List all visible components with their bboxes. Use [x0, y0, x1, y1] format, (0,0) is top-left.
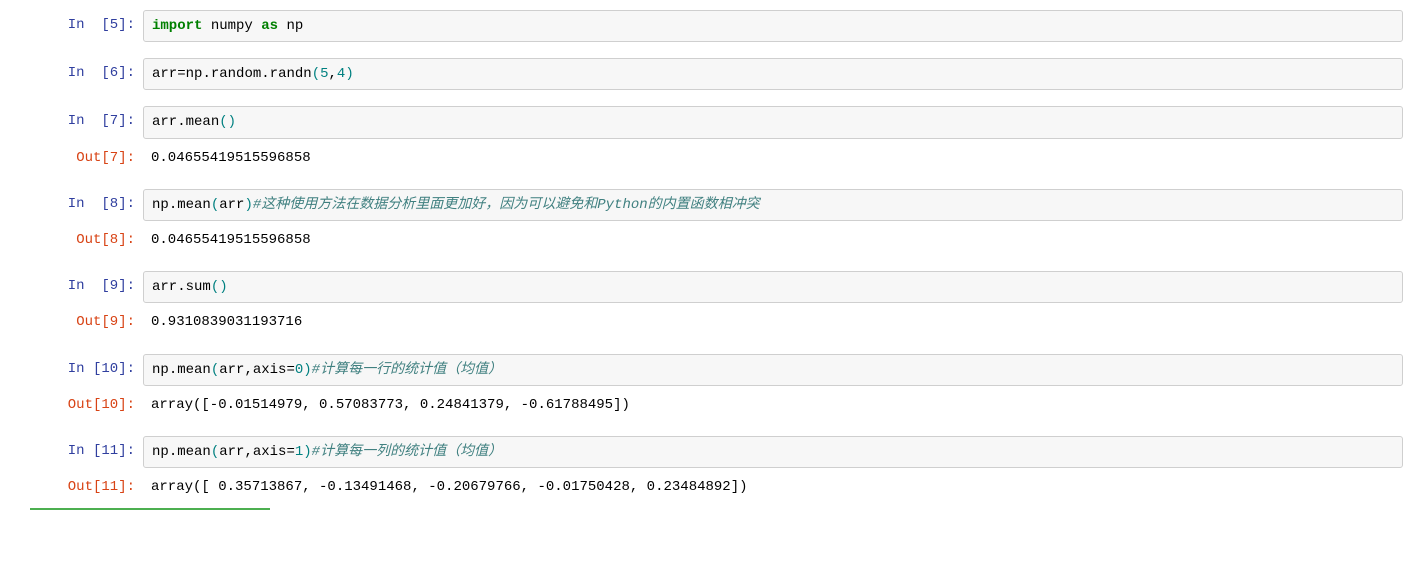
code-text: arr: [152, 279, 177, 295]
cell-in-7: In [7]: arr.mean(): [20, 106, 1403, 138]
code-text: arr: [152, 114, 177, 130]
code-text: .: [177, 279, 185, 295]
code-text: mean: [186, 114, 220, 130]
code-text: arr,axis: [219, 444, 286, 460]
output-9: 0.9310839031193716: [143, 307, 1403, 337]
prompt-in-8: In [8]:: [20, 189, 143, 221]
code-text: arr: [219, 197, 244, 213]
code-text: mean: [177, 362, 211, 378]
prompt-out-7: Out[7]:: [20, 143, 143, 173]
kw-as: as: [261, 18, 278, 34]
output-10: array([-0.01514979, 0.57083773, 0.248413…: [143, 390, 1403, 420]
code-text: 5: [320, 66, 328, 82]
code-text: ): [219, 279, 227, 295]
prompt-out-8: Out[8]:: [20, 225, 143, 255]
code-input-11[interactable]: np.mean(arr,axis=1)#计算每一列的统计值（均值）: [143, 436, 1403, 468]
code-text: np: [186, 66, 203, 82]
output-7: 0.04655419515596858: [143, 143, 1403, 173]
code-text: .: [177, 114, 185, 130]
code-text: ): [303, 444, 311, 460]
cell-out-7: Out[7]: 0.04655419515596858: [20, 143, 1403, 173]
code-text: =: [286, 362, 294, 378]
code-input-9[interactable]: arr.sum(): [143, 271, 1403, 303]
prompt-in-10: In [10]:: [20, 354, 143, 386]
code-text: ,: [329, 66, 337, 82]
code-text: numpy: [202, 18, 261, 34]
code-text: .: [169, 444, 177, 460]
code-text: arr,axis: [219, 362, 286, 378]
prompt-out-11: Out[11]:: [20, 472, 143, 502]
code-text: np: [152, 362, 169, 378]
code-comment: #这种使用方法在数据分析里面更加好，因为可以避免和Python的内置函数相冲突: [253, 197, 760, 213]
output-8: 0.04655419515596858: [143, 225, 1403, 255]
code-input-7[interactable]: arr.mean(): [143, 106, 1403, 138]
code-text: .: [169, 197, 177, 213]
code-text: .: [169, 362, 177, 378]
code-input-6[interactable]: arr=np.random.randn(5,4): [143, 58, 1403, 90]
code-input-10[interactable]: np.mean(arr,axis=0)#计算每一行的统计值（均值）: [143, 354, 1403, 386]
prompt-out-10: Out[10]:: [20, 390, 143, 420]
cell-out-8: Out[8]: 0.04655419515596858: [20, 225, 1403, 255]
code-input-8[interactable]: np.mean(arr)#这种使用方法在数据分析里面更加好，因为可以避免和Pyt…: [143, 189, 1403, 221]
code-comment: #计算每一行的统计值（均值）: [312, 362, 502, 378]
code-text: mean: [177, 197, 211, 213]
code-text: np: [152, 197, 169, 213]
code-text: np: [278, 18, 303, 34]
code-text: (: [219, 114, 227, 130]
code-text: ): [345, 66, 353, 82]
prompt-in-7: In [7]:: [20, 106, 143, 138]
code-text: (: [211, 444, 219, 460]
cell-in-6: In [6]: arr=np.random.randn(5,4): [20, 58, 1403, 90]
code-text: ): [228, 114, 236, 130]
prompt-in-11: In [11]:: [20, 436, 143, 468]
code-text: sum: [186, 279, 211, 295]
progress-indicator: [30, 508, 270, 510]
code-text: =: [286, 444, 294, 460]
code-comment: #计算每一列的统计值（均值）: [312, 444, 502, 460]
code-text: ): [303, 362, 311, 378]
cell-in-11: In [11]: np.mean(arr,axis=1)#计算每一列的统计值（均…: [20, 436, 1403, 468]
code-text: (: [211, 197, 219, 213]
cell-out-10: Out[10]: array([-0.01514979, 0.57083773,…: [20, 390, 1403, 420]
output-11: array([ 0.35713867, -0.13491468, -0.2067…: [143, 472, 1403, 502]
prompt-in-6: In [6]:: [20, 58, 143, 90]
code-text: .: [202, 66, 210, 82]
code-text: arr: [152, 66, 177, 82]
prompt-in-5: In [5]:: [20, 10, 143, 42]
code-text: mean: [177, 444, 211, 460]
code-text: randn: [270, 66, 312, 82]
code-text: (: [211, 362, 219, 378]
cell-in-9: In [9]: arr.sum(): [20, 271, 1403, 303]
cell-in-8: In [8]: np.mean(arr)#这种使用方法在数据分析里面更加好，因为…: [20, 189, 1403, 221]
code-text: np: [152, 444, 169, 460]
code-text: .: [261, 66, 269, 82]
cell-out-11: Out[11]: array([ 0.35713867, -0.13491468…: [20, 472, 1403, 502]
code-text: (: [312, 66, 320, 82]
cell-in-10: In [10]: np.mean(arr,axis=0)#计算每一行的统计值（均…: [20, 354, 1403, 386]
code-text: (: [211, 279, 219, 295]
code-text: random: [211, 66, 261, 82]
cell-in-5: In [5]: import numpy as np: [20, 10, 1403, 42]
code-text: 1: [295, 444, 303, 460]
prompt-out-9: Out[9]:: [20, 307, 143, 337]
code-text: =: [177, 66, 185, 82]
code-text: 0: [295, 362, 303, 378]
code-input-5[interactable]: import numpy as np: [143, 10, 1403, 42]
cell-out-9: Out[9]: 0.9310839031193716: [20, 307, 1403, 337]
prompt-in-9: In [9]:: [20, 271, 143, 303]
code-text: ): [244, 197, 252, 213]
kw-import: import: [152, 18, 202, 34]
